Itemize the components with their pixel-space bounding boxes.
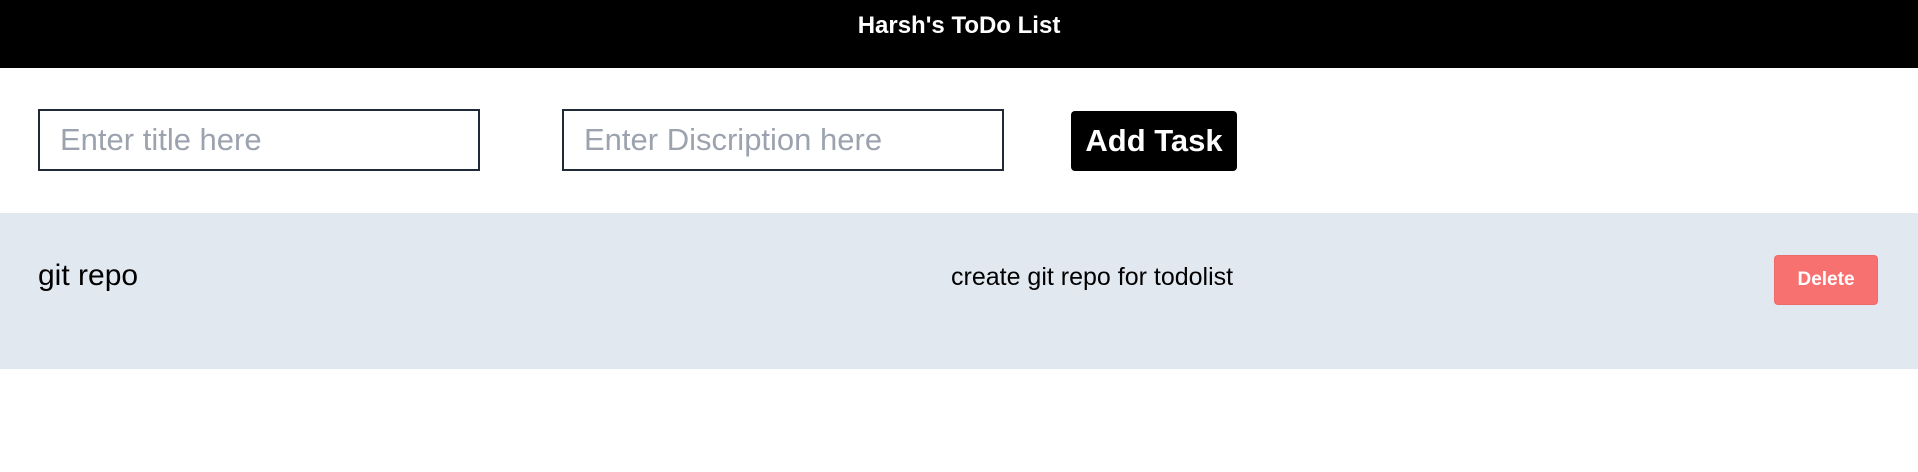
- page-title: Harsh's ToDo List: [857, 12, 1061, 39]
- title-input[interactable]: [38, 109, 480, 171]
- app-header: Harsh's ToDo List: [0, 0, 1918, 68]
- task-list: git repo create git repo for todolist De…: [0, 213, 1918, 369]
- task-description: create git repo for todolist: [951, 263, 1234, 291]
- add-task-button[interactable]: Add Task: [1071, 111, 1237, 171]
- delete-button[interactable]: Delete: [1774, 255, 1878, 305]
- task-title: git repo: [38, 259, 139, 292]
- description-input[interactable]: [562, 109, 1004, 171]
